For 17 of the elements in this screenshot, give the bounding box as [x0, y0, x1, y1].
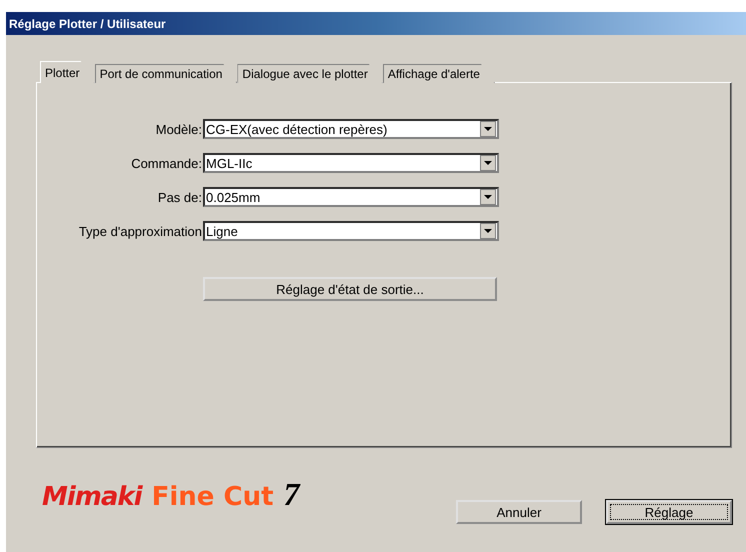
dropdown[interactable]: 0.025mm — [203, 187, 499, 207]
cancel-button[interactable]: Annuler — [456, 500, 582, 524]
tab[interactable]: Port de communication — [94, 64, 238, 83]
dropdown[interactable]: CG-EX(avec détection repères) — [203, 119, 499, 139]
ok-button[interactable]: Réglage — [606, 500, 732, 524]
tab[interactable]: Plotter — [40, 61, 95, 83]
field-label: Pas de: — [156, 190, 202, 204]
output-settings-button[interactable]: Réglage d'état de sortie... — [203, 277, 497, 301]
window-title: Réglage Plotter / Utilisateur — [9, 16, 166, 30]
tab[interactable]: Dialogue avec le plotter — [237, 64, 383, 83]
logo: Mimaki Fine Cut 7 — [41, 476, 300, 514]
tab[interactable]: Affichage d'alerte — [382, 64, 495, 83]
field-label: Type d'approximation — [78, 224, 202, 238]
dropdown[interactable]: MGL-IIc — [203, 153, 499, 173]
field-label: Modèle: — [154, 122, 202, 136]
field-label: Commande: — [130, 156, 202, 170]
dropdown[interactable]: Ligne — [203, 221, 499, 241]
